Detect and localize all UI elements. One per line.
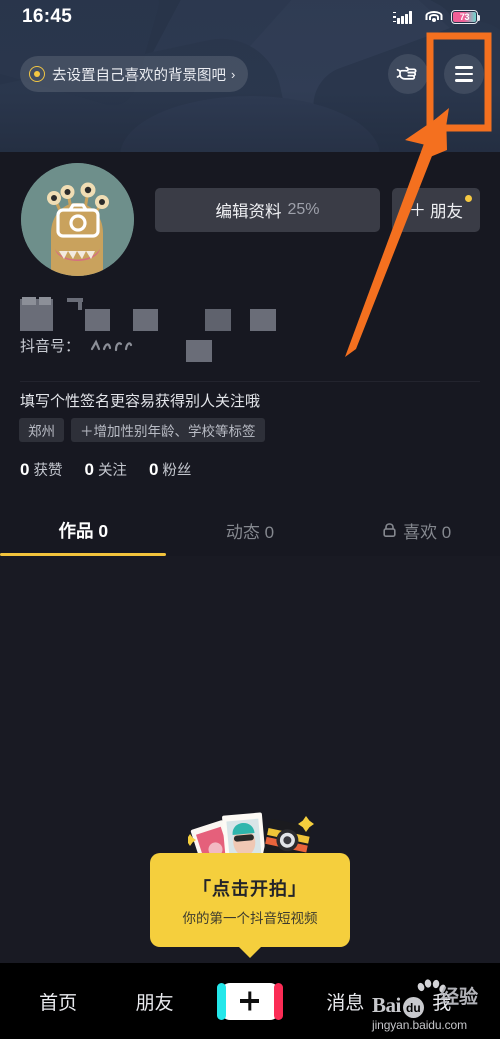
- sun-dot-icon: [29, 66, 45, 82]
- wifi-icon: [425, 10, 442, 24]
- bio-placeholder[interactable]: 填写个性签名更容易获得别人关注哦: [20, 390, 260, 411]
- edit-profile-percent: 25%: [287, 201, 320, 218]
- status-icon-group: 73: [392, 10, 481, 24]
- stat-likes-count: 0: [20, 460, 30, 479]
- nickname-censored: [20, 295, 320, 333]
- censor-block: [205, 309, 231, 331]
- hamburger-bars: [455, 66, 473, 82]
- profile-tag-row: 郑州 ＋增加性别年龄、学校等标签: [19, 418, 265, 442]
- watermark-brand: Bai: [372, 993, 401, 1017]
- stat-following[interactable]: 0 关注: [84, 459, 126, 480]
- censor-block: [22, 297, 36, 305]
- start-shooting-tooltip[interactable]: 「点击开拍」 你的第一个抖音短视频: [150, 853, 350, 958]
- douyin-id-censored: [88, 338, 134, 354]
- tab-moments-label: 动态 0: [225, 522, 275, 542]
- camera-icon[interactable]: [55, 202, 100, 238]
- stat-followers[interactable]: 0 粉丝: [149, 459, 191, 480]
- avatar[interactable]: [21, 163, 134, 276]
- battery-icon: 73: [451, 10, 481, 24]
- tag-add-more[interactable]: ＋增加性别年龄、学校等标签: [71, 418, 265, 442]
- edit-profile-button[interactable]: 编辑资料 25%: [155, 188, 380, 232]
- start-shooting-subtitle: 你的第一个抖音短视频: [182, 911, 318, 926]
- tab-likes[interactable]: 喜欢 0: [333, 504, 500, 556]
- pointing-hand-icon[interactable]: [388, 54, 428, 94]
- cover-action-group: [388, 54, 484, 94]
- nav-item-friends[interactable]: 朋友: [125, 988, 185, 1015]
- stat-following-label: 关注: [97, 463, 127, 479]
- censor-block: [39, 297, 51, 305]
- douyin-id-row[interactable]: 抖音号：: [20, 335, 134, 356]
- tab-moments[interactable]: 动态 0: [167, 504, 334, 556]
- nav-create-button[interactable]: [216, 982, 283, 1020]
- signal-icon: [392, 10, 416, 24]
- section-divider: [20, 381, 480, 382]
- hamburger-menu-icon[interactable]: [444, 54, 484, 94]
- tag-location[interactable]: 郑州: [19, 418, 64, 442]
- profile-action-row: 编辑资料 25% ＋ 朋友: [155, 188, 480, 232]
- notification-dot-badge: [465, 195, 472, 202]
- status-bar: 16:45 73: [0, 0, 500, 34]
- censor-block: [78, 299, 82, 310]
- tab-works-label: 作品 0: [58, 520, 109, 541]
- tab-likes-label: 喜欢 0: [403, 522, 452, 542]
- baidu-watermark: Bai du 经验 jingyan.baidu.com: [370, 977, 494, 1033]
- profile-stats: 0 获赞 0 关注 0 粉丝: [20, 459, 191, 480]
- plus-icon: [248, 991, 252, 1011]
- censor-block: [250, 309, 276, 331]
- status-clock: 16:45: [22, 6, 73, 27]
- edit-profile-label: 编辑资料: [215, 203, 282, 221]
- censor-block: [85, 309, 110, 331]
- tab-works[interactable]: 作品 0: [0, 504, 167, 556]
- set-cover-banner[interactable]: 去设置自己喜欢的背景图吧 ›: [20, 56, 249, 92]
- watermark-url: jingyan.baidu.com: [372, 1018, 468, 1032]
- tooltip-tail: [239, 947, 261, 958]
- douyin-profile-screen: 16:45 73 去设置自己喜欢的背景图吧 › 编辑资料 25% ＋ 朋友 抖音…: [0, 0, 500, 1039]
- censor-block: [133, 309, 158, 331]
- battery-percent-label: 73: [459, 11, 470, 22]
- add-friend-label: 朋友: [430, 203, 463, 221]
- profile-tab-bar: 作品 0 动态 0 喜欢 0: [0, 504, 500, 556]
- start-shooting-title: 「点击开拍」: [193, 879, 307, 899]
- add-friend-button[interactable]: ＋ 朋友: [392, 188, 480, 232]
- stat-likes-label: 获赞: [33, 463, 63, 479]
- stat-following-count: 0: [84, 460, 94, 479]
- plus-icon: ＋: [409, 200, 426, 220]
- stat-followers-label: 粉丝: [162, 463, 192, 479]
- set-cover-banner-label: 去设置自己喜欢的背景图吧: [52, 67, 226, 84]
- censor-block: [186, 340, 212, 362]
- stat-followers-count: 0: [148, 460, 159, 479]
- nav-item-home[interactable]: 首页: [28, 988, 88, 1015]
- nav-item-messages[interactable]: 消息: [315, 988, 375, 1015]
- lock-icon: [382, 522, 397, 538]
- stat-likes[interactable]: 0 获赞: [20, 459, 62, 480]
- chevron-right-icon: ›: [231, 66, 236, 82]
- douyin-id-label: 抖音号：: [20, 338, 81, 355]
- watermark-cn-text: 经验: [440, 987, 479, 1008]
